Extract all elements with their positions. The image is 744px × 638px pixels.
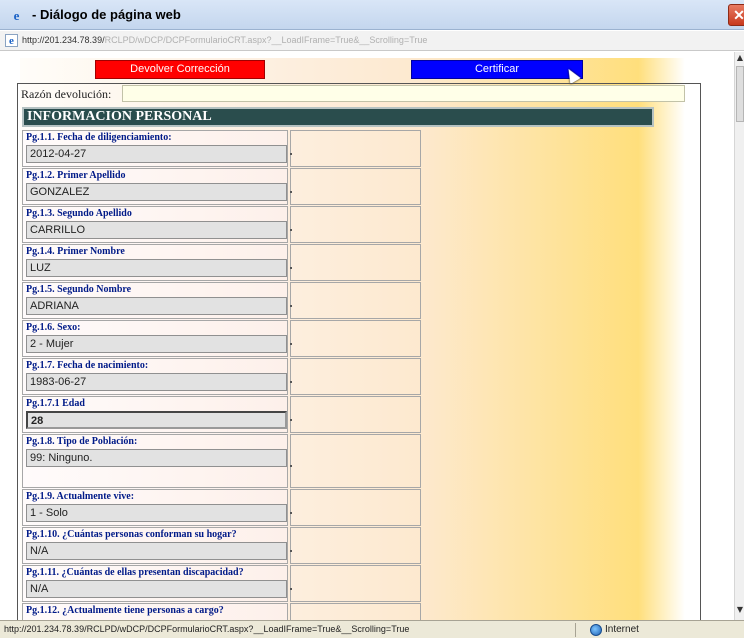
field-value[interactable]: N/A <box>26 542 287 560</box>
certificar-button[interactable]: Certificar <box>411 60 583 79</box>
address-url: http://201.234.78.39/RCLPD/wDCP/DCPFormu… <box>22 35 427 45</box>
title-bar: e - Diálogo de página web ✕ <box>0 0 744 30</box>
table-cell <box>290 244 421 281</box>
table-cell <box>290 168 421 205</box>
table-cell <box>290 282 421 319</box>
cell-marker <box>290 381 292 383</box>
field-label: Pg.1.8. Tipo de Población: <box>26 436 138 447</box>
field-value[interactable]: 2 - Mujer <box>26 335 287 353</box>
address-host: http://201.234.78.39/ <box>22 35 105 45</box>
field-value[interactable]: 99: Ninguno. <box>26 449 287 467</box>
scroll-down-icon[interactable]: ▼ <box>735 604 744 616</box>
status-bar: http://201.234.78.39/RCLPD/wDCP/DCPFormu… <box>0 620 744 638</box>
status-divider <box>575 623 576 637</box>
cell-marker <box>290 191 292 193</box>
section-header: INFORMACION PERSONAL <box>22 107 654 127</box>
page-content: Devolver Corrección Certificar Razón dev… <box>0 52 734 620</box>
field-value[interactable]: ADRIANA <box>26 297 287 315</box>
field-label: Pg.1.2. Primer Apellido <box>26 170 126 181</box>
field-label: Pg.1.10. ¿Cuántas personas conforman su … <box>26 529 237 540</box>
field-value[interactable]: 1 - Solo <box>26 504 287 522</box>
field-value[interactable]: CARRILLO <box>26 221 287 239</box>
cell-marker <box>290 588 292 590</box>
field-value[interactable]: N/A <box>26 580 287 598</box>
scrollbar-thumb[interactable] <box>736 66 744 122</box>
table-cell <box>290 565 421 602</box>
cell-marker <box>290 512 292 514</box>
table-cell <box>290 489 421 526</box>
table-cell <box>290 206 421 243</box>
field-value[interactable]: LUZ <box>26 259 287 277</box>
cell-marker <box>290 229 292 231</box>
field-label: Pg.1.7.1 Edad <box>26 398 85 409</box>
field-value[interactable]: 1983-06-27 <box>26 373 287 391</box>
field-label: Pg.1.5. Segundo Nombre <box>26 284 132 295</box>
field-label: Pg.1.6. Sexo: <box>26 322 81 333</box>
table-cell <box>290 603 421 620</box>
field-label: Pg.1.7. Fecha de nacimiento: <box>26 360 149 371</box>
field-value[interactable]: 2012-04-27 <box>26 145 287 163</box>
address-bar: e http://201.234.78.39/RCLPD/wDCP/DCPFor… <box>0 31 744 51</box>
table-cell <box>290 320 421 357</box>
close-icon[interactable]: ✕ <box>728 4 744 26</box>
field-label: Pg.1.1. Fecha de diligenciamiento: <box>26 132 172 143</box>
status-url: http://201.234.78.39/RCLPD/wDCP/DCPFormu… <box>4 624 410 634</box>
cell-marker <box>290 267 292 269</box>
address-path: RCLPD/wDCP/DCPFormularioCRT.aspx?__LoadI… <box>104 35 428 45</box>
razon-devolucion-label: Razón devolución: <box>21 87 112 101</box>
cell-marker <box>290 305 292 307</box>
field-label: Pg.1.3. Segundo Apellido <box>26 208 132 219</box>
cell-marker <box>290 465 292 467</box>
edad-input[interactable]: 28 <box>26 411 287 429</box>
scroll-up-icon[interactable]: ▲ <box>735 52 744 64</box>
ie-icon: e <box>13 8 20 23</box>
page-icon: e <box>5 34 18 47</box>
table-cell <box>290 396 421 433</box>
field-label: Pg.1.4. Primer Nombre <box>26 246 125 257</box>
window-title: - Diálogo de página web <box>32 7 181 22</box>
cell-marker <box>290 419 292 421</box>
vertical-scrollbar[interactable]: ▲ ▼ <box>734 52 744 620</box>
table-cell <box>290 527 421 564</box>
globe-icon <box>590 624 602 636</box>
devolver-correccion-button[interactable]: Devolver Corrección <box>95 60 265 79</box>
table-cell <box>290 130 421 167</box>
table-cell <box>290 358 421 395</box>
razon-devolucion-input[interactable] <box>122 85 685 102</box>
field-label: Pg.1.9. Actualmente vive: <box>26 491 135 502</box>
cell-marker <box>290 550 292 552</box>
cell-marker <box>290 153 292 155</box>
table-cell <box>290 434 421 488</box>
security-zone: Internet <box>605 624 639 635</box>
cell-marker <box>290 343 292 345</box>
field-value[interactable]: GONZALEZ <box>26 183 287 201</box>
field-label: Pg.1.11. ¿Cuántas de ellas presentan dis… <box>26 567 244 578</box>
field-label: Pg.1.12. ¿Actualmente tiene personas a c… <box>26 605 224 616</box>
